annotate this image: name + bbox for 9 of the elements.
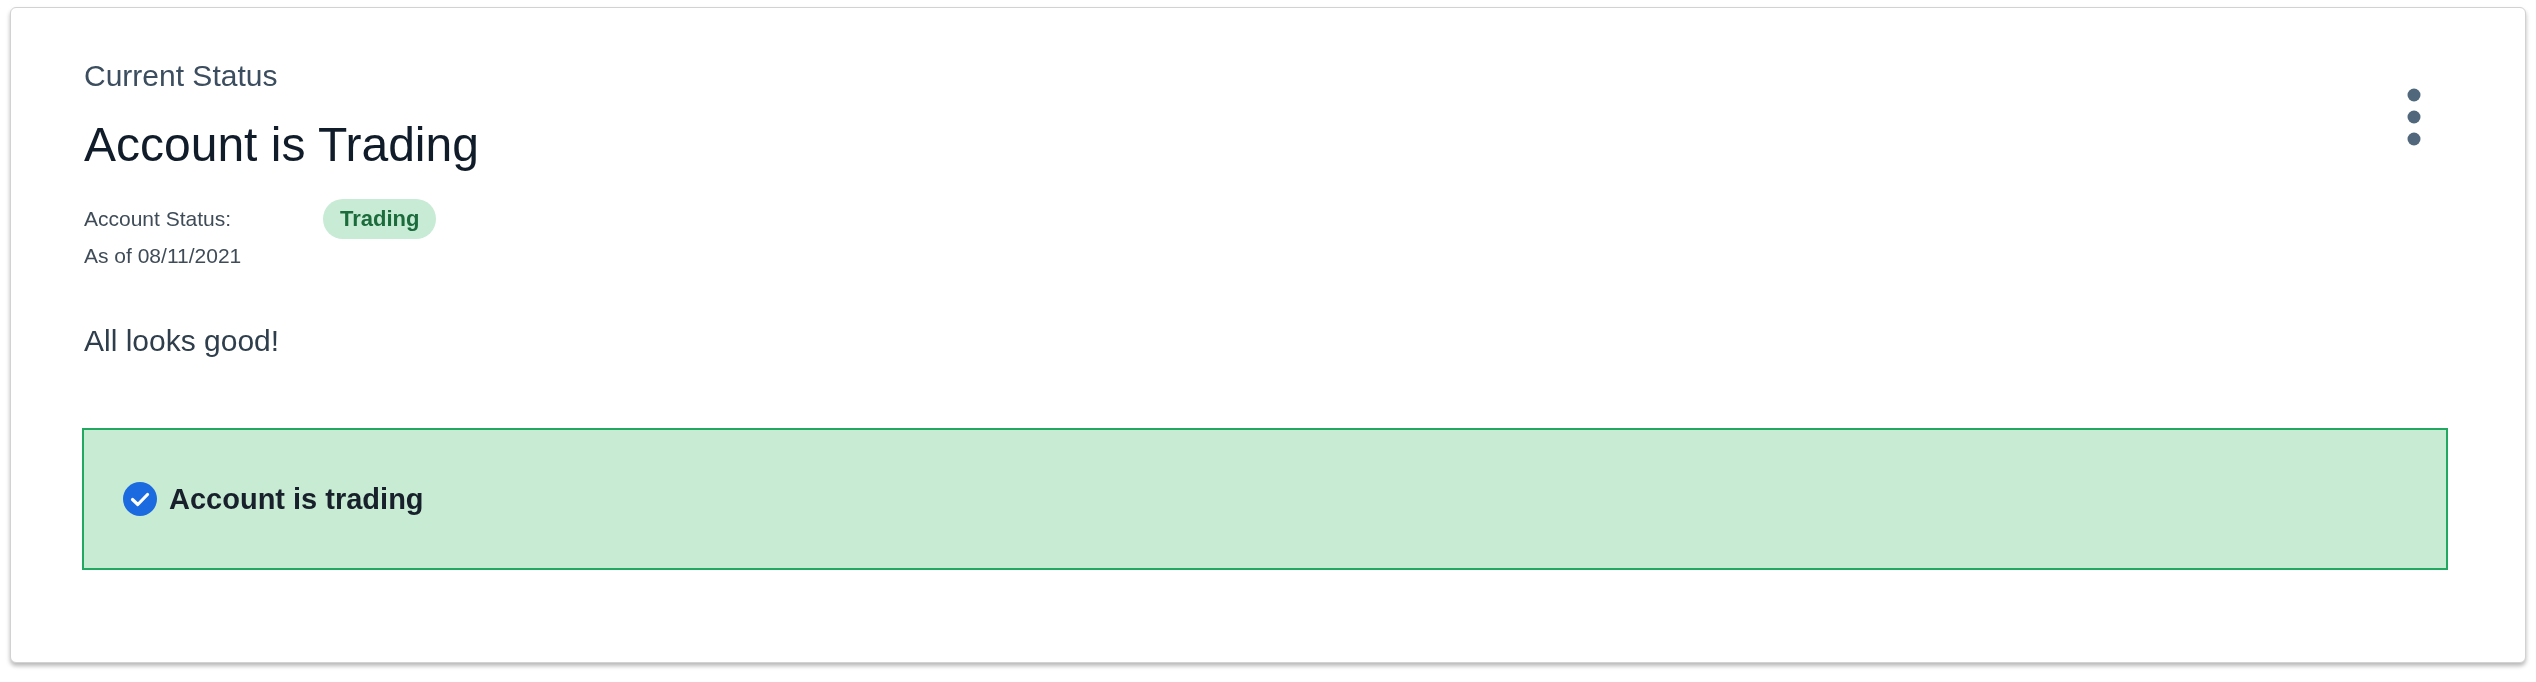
more-options-icon [2407, 88, 2421, 146]
status-label: Account Status: [84, 207, 233, 231]
status-badge: Trading [323, 199, 437, 239]
card-title: Account is Trading [84, 117, 479, 173]
alert-text: Account is trading [169, 482, 424, 516]
card-eyebrow: Current Status [84, 59, 279, 93]
as-of-date: As of 08/11/2021 [84, 244, 243, 268]
status-message: All looks good! [84, 324, 281, 358]
check-circle-icon [123, 482, 157, 516]
